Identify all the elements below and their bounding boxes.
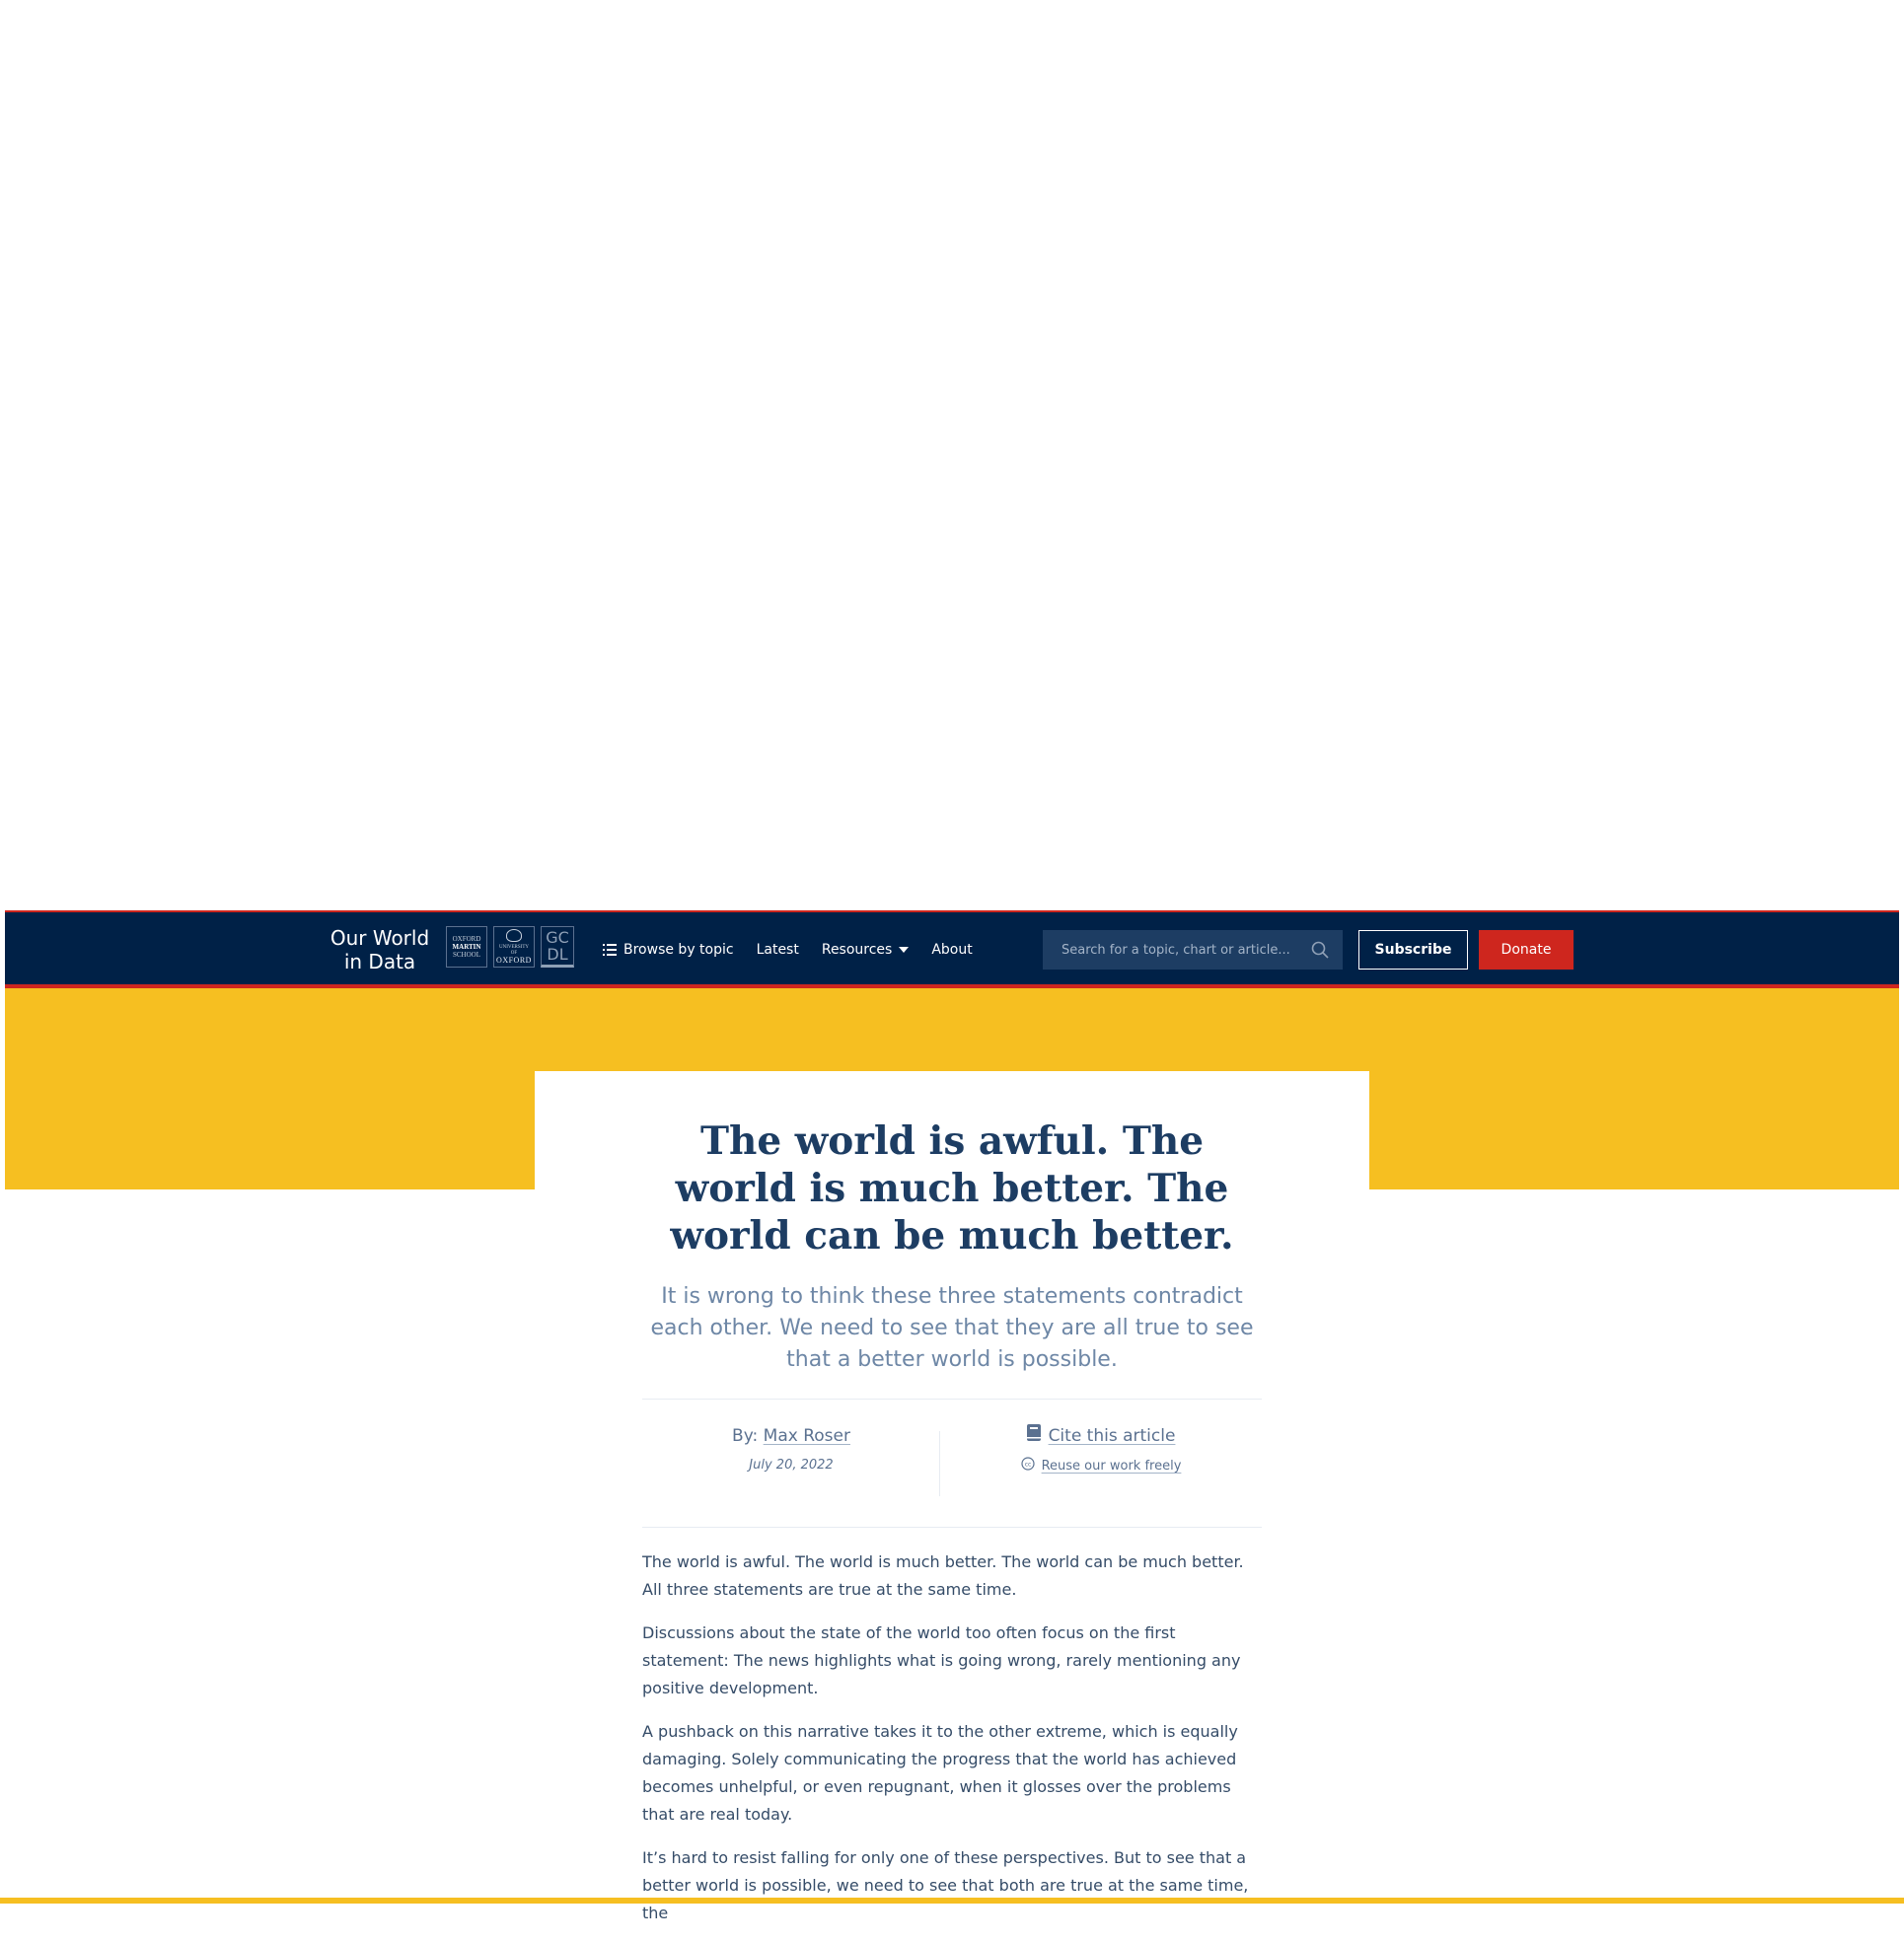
bottom-accent-bar xyxy=(0,1898,1904,1904)
oxford-martin-school-logo[interactable]: OXFORD MARTIN SCHOOL xyxy=(446,926,487,968)
publish-date: July 20, 2022 xyxy=(749,1458,834,1473)
creative-commons-icon: cc xyxy=(1020,1457,1035,1476)
author-link[interactable]: Max Roser xyxy=(764,1426,850,1446)
list-icon xyxy=(603,943,617,956)
nav-resources[interactable]: Resources xyxy=(822,942,910,958)
paragraph: Discussions about the state of the world… xyxy=(642,1623,1241,1697)
subscribe-button[interactable]: Subscribe xyxy=(1358,930,1468,970)
divider xyxy=(642,1399,1262,1400)
gcdl-logo[interactable]: GC DL xyxy=(541,926,574,968)
reuse-link[interactable]: cc Reuse our work freely xyxy=(1020,1457,1182,1476)
nav-about[interactable]: About xyxy=(931,942,972,958)
article: The world is awful. The world is much be… xyxy=(535,1071,1369,1922)
paragraph: The world is awful. The world is much be… xyxy=(642,1552,1244,1599)
search-input[interactable] xyxy=(1060,941,1311,959)
brand-line-1: Our World xyxy=(330,926,430,950)
divider xyxy=(642,1527,1262,1528)
site-logo[interactable]: Our World in Data xyxy=(326,926,434,973)
nav-browse-label: Browse by topic xyxy=(623,941,734,958)
partner-logos: OXFORD MARTIN SCHOOL UNIVERSITY OF OXFOR… xyxy=(446,926,574,970)
reuse-label: Reuse our work freely xyxy=(1041,1459,1182,1474)
search-bar xyxy=(1043,930,1343,970)
search-icon[interactable] xyxy=(1311,941,1329,959)
cite-label: Cite this article xyxy=(1048,1426,1176,1446)
oxford-crest-icon xyxy=(506,929,522,942)
article-tools-block: Cite this article cc Reuse our work free… xyxy=(940,1424,1262,1476)
nav-latest[interactable]: Latest xyxy=(757,942,799,958)
main-nav: Browse by topic Latest Resources About xyxy=(603,912,973,986)
article-title: The world is awful. The world is much be… xyxy=(670,1118,1234,1259)
paragraph: It’s hard to resist falling for only one… xyxy=(642,1848,1249,1922)
byline-prefix: By: xyxy=(732,1426,759,1446)
paragraph: A pushback on this narrative takes it to… xyxy=(642,1722,1238,1824)
caret-down-icon xyxy=(899,946,910,953)
article-byline-block: By: Max Roser July 20, 2022 xyxy=(642,1424,940,1475)
nav-browse-by-topic[interactable]: Browse by topic xyxy=(603,942,734,958)
university-of-oxford-logo[interactable]: UNIVERSITY OF OXFORD xyxy=(493,926,535,968)
site-header: Our World in Data OXFORD MARTIN SCHOOL U… xyxy=(5,910,1899,988)
brand-line-2: in Data xyxy=(343,950,416,973)
book-icon xyxy=(1026,1424,1041,1448)
article-subtitle: It is wrong to think these three stateme… xyxy=(650,1284,1254,1372)
cite-link[interactable]: Cite this article xyxy=(1026,1424,1176,1448)
donate-button[interactable]: Donate xyxy=(1479,930,1574,970)
byline: By: Max Roser xyxy=(642,1424,940,1448)
article-body: The world is awful. The world is much be… xyxy=(642,1548,1262,1943)
svg-text:cc: cc xyxy=(1024,1462,1031,1469)
